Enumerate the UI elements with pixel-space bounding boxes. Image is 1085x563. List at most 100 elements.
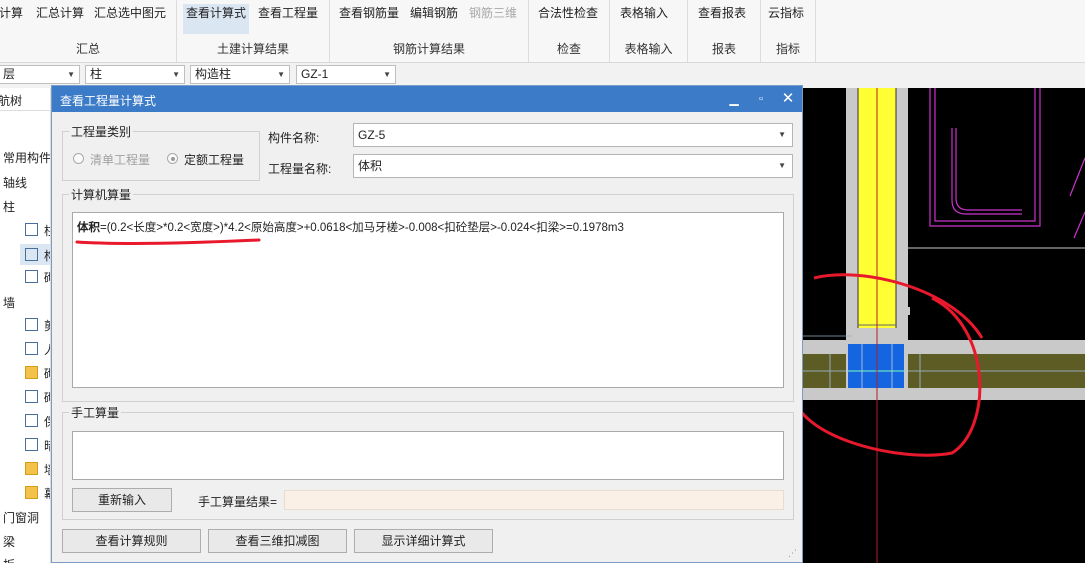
maximize-icon[interactable]: ▫: [752, 90, 770, 108]
nav-axis[interactable]: 轴线: [3, 174, 27, 191]
subtype-select[interactable]: 构造柱 ▼: [190, 65, 290, 84]
quantity-formula-dialog: 查看工程量计算式 ▁ ▫ ✕ 工程量类别 清单工程量 定额工程量 构件名称: G…: [51, 85, 803, 563]
floor-select[interactable]: 层 ▼: [0, 65, 80, 84]
chevron-down-icon: ▼: [172, 70, 180, 79]
chevron-down-icon: ▼: [778, 130, 786, 139]
type-select[interactable]: 柱 ▼: [85, 65, 185, 84]
constructional-column-icon: [25, 248, 38, 261]
ribbon-group-civil-results: 查看计算式 查看工程量 土建计算结果: [177, 0, 330, 62]
cad-drawing: [802, 88, 1085, 563]
component-name-combo[interactable]: GZ-5 ▼: [353, 123, 793, 147]
chevron-down-icon: ▼: [383, 70, 391, 79]
nav-wall-pier[interactable]: 墙: [44, 461, 50, 478]
masonry-wall-icon: [25, 366, 38, 379]
nav-column[interactable]: 柱: [3, 198, 15, 215]
masonry-reinforcement-icon: [25, 390, 38, 403]
manual-result-label: 手工算量结果=: [198, 495, 278, 509]
nav-civil-defense-wall[interactable]: 人: [44, 341, 50, 358]
shear-wall-icon: [25, 318, 38, 331]
insulation-layer-icon: [25, 414, 38, 427]
nav-shear-wall[interactable]: 剪: [44, 317, 50, 334]
reenter-button[interactable]: 重新输入: [72, 488, 172, 512]
red-underline-annotation: [75, 238, 261, 245]
radio-list-quantity[interactable]: [73, 153, 84, 164]
curtain-wall-icon: [25, 486, 38, 499]
masonry-column-icon: [25, 270, 38, 283]
ribbon-group-label: 表格输入: [624, 42, 673, 56]
ribbon-group-label: 指标: [775, 42, 800, 56]
selector-bar: 层 ▼ 柱 ▼ 构造柱 ▼ GZ-1 ▼: [0, 63, 1085, 87]
nav-doors-windows[interactable]: 门窗洞: [3, 509, 39, 526]
ribbon-group-rebar-results: 查看钢筋量 编辑钢筋 钢筋三维 钢筋计算结果: [330, 0, 529, 62]
ribbon-group-label: 汇总: [75, 42, 100, 56]
formula-text: 体积=(0.2<长度>*0.2<宽度>)*4.2<原始高度>+0.0618<加马…: [77, 219, 624, 235]
radio-list-label: 清单工程量: [90, 153, 151, 167]
ribbon-group-report: 查看报表 报表: [688, 0, 761, 62]
ribbon-group-label: 报表: [711, 42, 736, 56]
category-legend: 工程量类别: [69, 123, 134, 140]
wall-pier-icon: [25, 462, 38, 475]
nav-hidden-beam[interactable]: 暗: [44, 437, 50, 454]
hidden-beam-icon: [25, 438, 38, 451]
nav-wall[interactable]: 墙: [3, 294, 15, 311]
manual-calc-legend: 手工算量: [69, 404, 122, 421]
radio-quota-label: 定额工程量: [184, 153, 245, 167]
manual-calc-textbox[interactable]: [72, 431, 784, 480]
nav-column-item[interactable]: 柱: [44, 222, 50, 239]
show-detailed-formula-button[interactable]: 显示详细计算式: [354, 529, 493, 553]
ribbon-group-label: 钢筋计算结果: [392, 42, 465, 56]
table-input-button[interactable]: 表格输入: [617, 4, 671, 32]
nav-common[interactable]: 常用构件: [3, 149, 50, 166]
component-select[interactable]: GZ-1 ▼: [296, 65, 396, 84]
civil-defense-wall-icon: [25, 342, 38, 355]
view-rebar-button[interactable]: 查看钢筋量: [336, 4, 402, 32]
chevron-down-icon: ▼: [67, 70, 75, 79]
component-name-label: 构件名称:: [268, 131, 320, 145]
nav-masonry-column[interactable]: 砌: [44, 269, 50, 286]
calculate-button[interactable]: 计算: [0, 4, 26, 32]
navigation-tree: 航树 常用构件 轴线 柱 柱 构 砌 墙 剪 人 砌 砌 保 暗 墙 幕 门窗洞…: [0, 88, 51, 563]
nav-insulation[interactable]: 保: [44, 413, 50, 430]
minimize-icon[interactable]: ▁: [725, 90, 743, 108]
nav-beam[interactable]: 梁: [3, 533, 15, 550]
legality-check-button[interactable]: 合法性检查: [535, 4, 601, 32]
nav-title: 航树: [0, 94, 23, 108]
resize-grip-icon[interactable]: ⋰: [788, 548, 797, 559]
view-calc-rules-button[interactable]: 查看计算规则: [62, 529, 201, 553]
rebar-3d-button[interactable]: 钢筋三维: [466, 4, 520, 32]
ribbon-group-summary: 计算 汇总计算 汇总选中图元 汇总: [0, 0, 177, 62]
quantity-category-group: 工程量类别 清单工程量 定额工程量: [62, 123, 260, 181]
formula-expression: =(0.2<长度>*0.2<宽度>)*4.2<原始高度>+0.0618<加马牙槎…: [100, 222, 624, 234]
nav-masonry-reinforcement[interactable]: 砌: [44, 389, 50, 406]
edit-rebar-button[interactable]: 编辑钢筋: [407, 4, 461, 32]
nav-curtain-wall[interactable]: 幕: [44, 485, 50, 502]
nav-slab[interactable]: 板: [3, 556, 15, 563]
view-3d-deduction-button[interactable]: 查看三维扣减图: [208, 529, 347, 553]
ribbon-group-table: 表格输入 表格输入: [610, 0, 688, 62]
chevron-down-icon: ▼: [778, 161, 786, 170]
quantity-name-label: 工程量名称:: [268, 162, 332, 176]
column-icon: [25, 223, 38, 236]
ribbon-group-label: 土建计算结果: [216, 42, 289, 56]
dialog-title: 查看工程量计算式: [60, 94, 157, 108]
ribbon-group-index: 云指标 指标: [761, 0, 816, 62]
dialog-title-bar[interactable]: 查看工程量计算式 ▁ ▫ ✕: [52, 86, 802, 112]
ribbon-group-label: 检查: [556, 42, 581, 56]
nav-constructional-column[interactable]: 构: [44, 247, 50, 264]
summary-selected-button[interactable]: 汇总选中图元: [91, 4, 169, 32]
formula-label: 体积: [77, 222, 100, 234]
cad-canvas[interactable]: [802, 88, 1085, 563]
summary-calc-button[interactable]: 汇总计算: [33, 4, 87, 32]
formula-textbox[interactable]: 体积=(0.2<长度>*0.2<宽度>)*4.2<原始高度>+0.0618<加马…: [72, 212, 784, 388]
view-quantity-button[interactable]: 查看工程量: [255, 4, 321, 32]
ribbon-group-check: 合法性检查 检查: [529, 0, 610, 62]
cloud-index-button[interactable]: 云指标: [765, 4, 807, 32]
quantity-name-combo[interactable]: 体积 ▼: [353, 154, 793, 178]
manual-result-field[interactable]: [284, 490, 784, 510]
close-icon[interactable]: ✕: [779, 90, 797, 108]
view-formula-button[interactable]: 查看计算式: [183, 4, 250, 34]
nav-masonry-wall[interactable]: 砌: [44, 365, 50, 382]
radio-quota-quantity[interactable]: [167, 153, 178, 164]
view-report-button[interactable]: 查看报表: [695, 4, 749, 32]
ribbon-toolbar: 计算 汇总计算 汇总选中图元 汇总 查看计算式 查看工程量 土建计算结果 查看钢…: [0, 0, 1085, 63]
